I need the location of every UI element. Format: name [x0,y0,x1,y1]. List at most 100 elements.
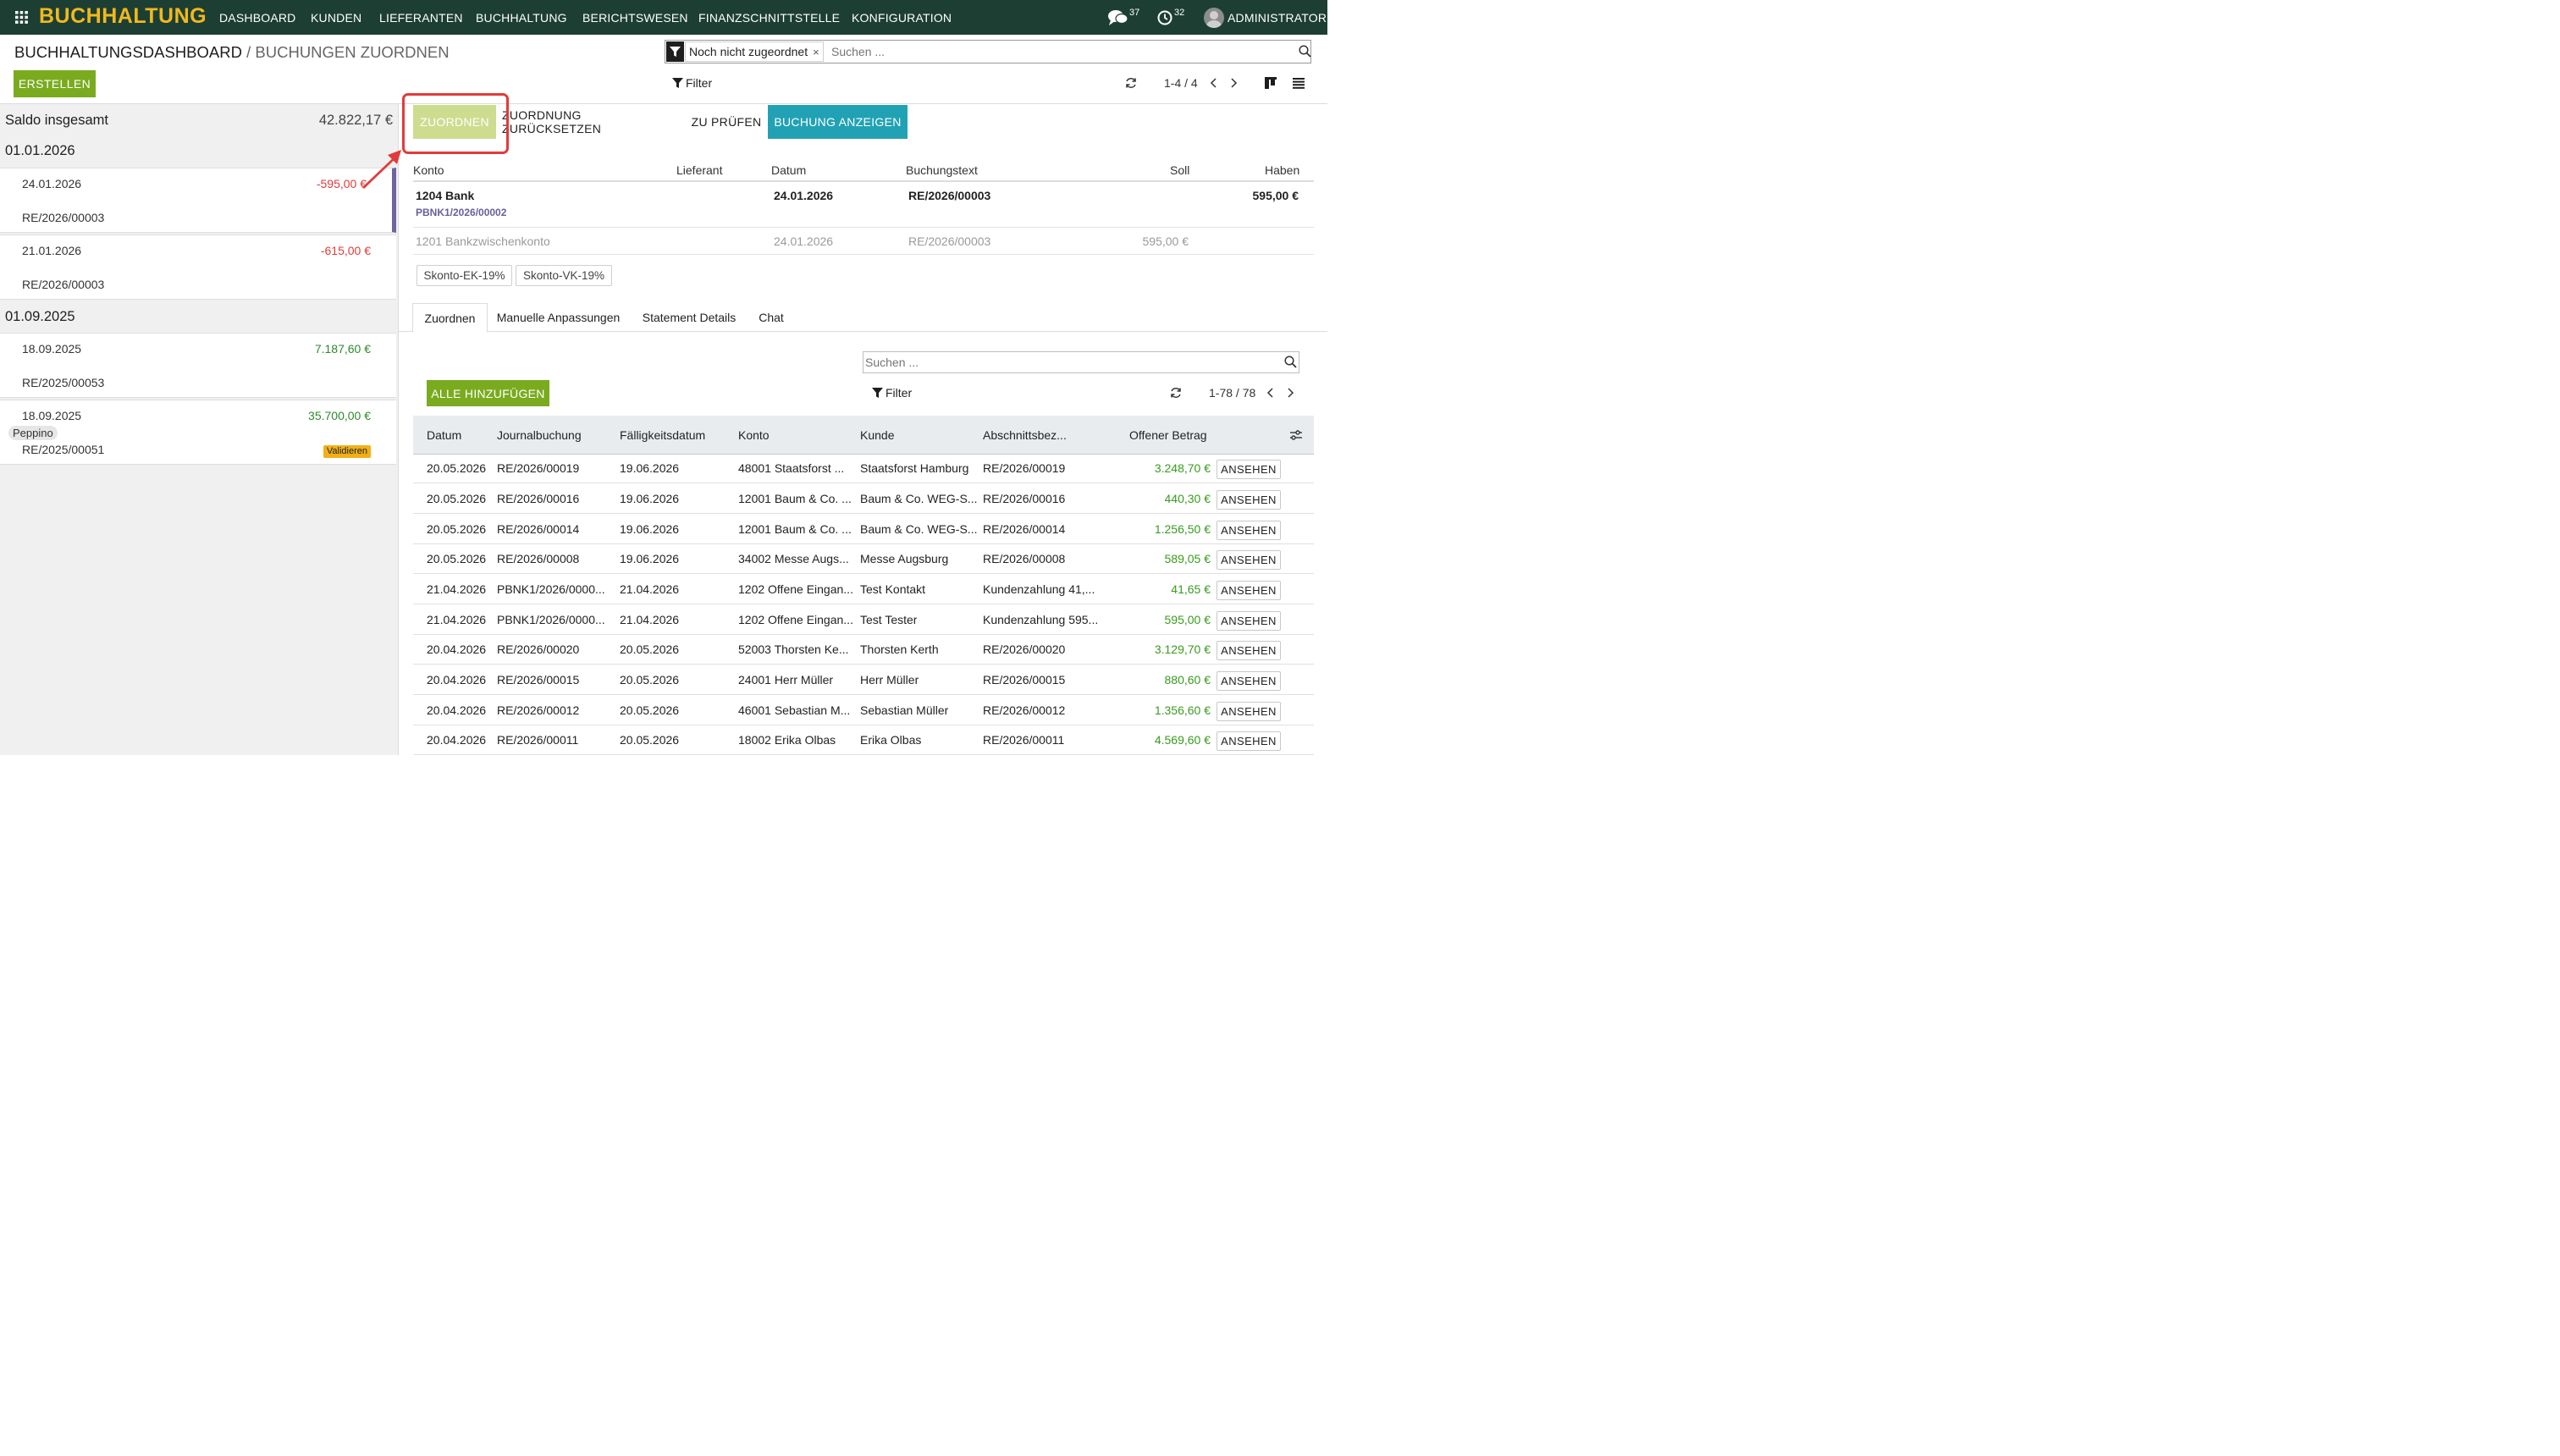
cell-journalbuchung: RE/2026/00012 [497,703,580,717]
to-check-button[interactable]: ZU PRÜFEN [685,105,768,139]
statement-entry[interactable]: 21.01.2026 -615,00 € RE/2026/00003 [0,234,396,300]
view-button[interactable]: ANSEHEN [1217,702,1281,721]
view-button[interactable]: ANSEHEN [1217,731,1281,751]
create-button[interactable]: ERSTELLEN [14,70,96,97]
cell-faelligkeitsdatum: 20.05.2026 [620,733,680,747]
match-refresh-icon[interactable] [1170,387,1182,399]
partner-badge: Peppino [8,426,58,440]
messages-icon[interactable] [1108,9,1128,26]
match-table-row[interactable]: 20.04.2026 RE/2026/00011 20.05.2026 18002 E… [413,725,1314,755]
user-avatar[interactable] [1204,8,1224,28]
tab-statement-details[interactable]: Statement Details [634,303,744,331]
cell-datum: 20.04.2026 [427,733,487,747]
tag-skonto-vk[interactable]: Skonto-VK-19% [516,265,612,286]
nav-buchhaltung[interactable]: BUCHHALTUNG [476,11,567,25]
tab-chat[interactable]: Chat [753,303,790,331]
match-pager-prev-icon[interactable] [1266,387,1275,399]
statement-entry[interactable]: 24.01.2026 -595,00 € RE/2026/00003 [0,168,396,233]
th-abschnittsbez[interactable]: Abschnittsbez... [983,416,1067,454]
cell-datum: 20.05.2026 [427,552,487,565]
view-button[interactable]: ANSEHEN [1217,490,1281,510]
cell-datum: 20.05.2026 [427,461,487,475]
match-table-row[interactable]: 21.04.2026 PBNK1/2026/0000... 21.04.2026 12… [413,575,1314,604]
app-title[interactable]: BUCHHALTUNG [39,4,207,29]
view-button[interactable]: ANSEHEN [1217,641,1281,660]
breadcrumb-current: BUCHUNGEN ZUORDNEN [255,43,450,61]
cell-offener-betrag: 440,30 € [1164,492,1211,505]
cell-konto: 1202 Offene Eingan... [738,613,853,626]
reset-matching-button[interactable]: ZUORDNUNG ZURÜCKSETZEN [502,105,680,139]
match-filter-dropdown[interactable]: Filter [872,386,912,400]
nav-berichtswesen[interactable]: BERICHTSWESEN [582,11,688,25]
search-input[interactable] [831,43,1288,60]
search-bar[interactable]: Noch nicht zugeordnet × [665,40,1311,63]
statement-list: Saldo insgesamt 42.822,17 € 01.01.2026 2… [0,104,399,755]
entry-date: 18.09.2025 [22,342,82,356]
th-datum[interactable]: Datum [427,416,461,454]
match-table-row[interactable]: 20.04.2026 RE/2026/00015 20.05.2026 24001 H… [413,665,1314,695]
show-entry-button[interactable]: BUCHUNG ANZEIGEN [768,105,908,139]
match-table-row[interactable]: 20.05.2026 RE/2026/00014 19.06.2026 12001 B… [413,515,1314,544]
match-table-row[interactable]: 20.05.2026 RE/2026/00008 19.06.2026 34002 M… [413,544,1314,574]
match-search-bar[interactable] [863,351,1299,373]
cell-journalbuchung: RE/2026/00014 [497,522,580,536]
booking-line[interactable]: 1201 Bankzwischenkonto 24.01.2026 RE/202… [413,228,1314,255]
cell-faelligkeitsdatum: 19.06.2026 [620,492,680,505]
booking-line[interactable]: 1204 Bank PBNK1/2026/00002 24.01.2026 RE… [413,182,1314,228]
tab-zuordnen[interactable]: Zuordnen [412,303,488,333]
th-faelligkeitsdatum[interactable]: Fälligkeitsdatum [620,416,705,454]
cell-offener-betrag: 1.356,60 € [1154,703,1211,717]
add-all-button[interactable]: ALLE HINZUFÜGEN [427,380,549,406]
entry-date: 21.01.2026 [22,244,82,257]
match-pager-next-icon[interactable] [1286,387,1294,399]
remove-facet-icon[interactable]: × [813,46,819,58]
match-table-row[interactable]: 20.05.2026 RE/2026/00019 19.06.2026 48001 S… [413,454,1314,483]
tab-manuelle-anpassungen[interactable]: Manuelle Anpassungen [491,303,626,331]
match-table-row[interactable]: 20.04.2026 RE/2026/00012 20.05.2026 46001 S… [413,696,1314,725]
user-name[interactable]: ADMINISTRATOR [1228,11,1327,25]
th-kunde[interactable]: Kunde [860,416,894,454]
filter-dropdown[interactable]: Filter [672,76,712,90]
statement-entry[interactable]: 18.09.2025 35.700,00 € Peppino RE/2025/0… [0,400,396,465]
activity-clock-icon[interactable] [1157,10,1172,25]
cell-offener-betrag: 589,05 € [1164,552,1211,565]
match-table-row[interactable]: 20.04.2026 RE/2026/00020 20.05.2026 52003 T… [413,635,1314,665]
match-table-header: Datum Journalbuchung Fälligkeitsdatum Ko… [413,416,1314,455]
breadcrumb-root[interactable]: BUCHHALTUNGSDASHBOARD [14,43,242,61]
th-offener-betrag[interactable]: Offener Betrag [1129,416,1207,454]
th-konto[interactable]: Konto [738,416,770,454]
view-button[interactable]: ANSEHEN [1217,460,1281,479]
view-button[interactable]: ANSEHEN [1217,550,1281,570]
match-table-row[interactable]: 21.04.2026 PBNK1/2026/0000... 21.04.2026 12… [413,605,1314,635]
nav-konfiguration[interactable]: KONFIGURATION [852,11,952,25]
match-search-input[interactable] [865,355,1272,370]
match-pager-value[interactable]: 1-78 / 78 [1209,386,1255,400]
nav-finanzschnittstelle[interactable]: FINANZSCHNITTSTELLE [698,11,840,25]
nav-kunden[interactable]: KUNDEN [311,11,361,25]
search-icon[interactable] [1299,45,1311,58]
cell-journalbuchung: RE/2026/00011 [497,733,579,747]
cell-datum: 20.05.2026 [427,492,487,505]
column-settings-icon[interactable] [1289,416,1303,454]
match-search-icon[interactable] [1284,356,1297,368]
apps-menu-icon[interactable] [15,11,28,24]
cell-offener-betrag: 3.248,70 € [1154,461,1211,475]
cell-abschnittsbez: RE/2026/00014 [983,522,1066,536]
nav-lieferanten[interactable]: LIEFERANTEN [379,11,463,25]
refresh-icon[interactable] [1125,77,1137,89]
th-journalbuchung[interactable]: Journalbuchung [497,416,582,454]
tag-skonto-ek[interactable]: Skonto-EK-19% [417,265,512,286]
view-button[interactable]: ANSEHEN [1217,611,1281,631]
list-view-icon[interactable] [1293,78,1305,89]
view-button[interactable]: ANSEHEN [1217,671,1281,691]
match-table-row[interactable]: 20.05.2026 RE/2026/00016 19.06.2026 12001 B… [413,484,1314,514]
nav-dashboard[interactable]: DASHBOARD [219,11,295,25]
kanban-view-icon[interactable] [1265,77,1277,89]
pager-next-icon[interactable] [1229,77,1238,89]
validate-badge[interactable]: Validieren [323,445,371,458]
view-button[interactable]: ANSEHEN [1217,521,1281,540]
pager-prev-icon[interactable] [1210,77,1218,89]
statement-entry[interactable]: 18.09.2025 7.187,60 € RE/2025/00053 [0,333,396,398]
view-button[interactable]: ANSEHEN [1217,581,1281,600]
pager-value[interactable]: 1-4 / 4 [1164,76,1198,90]
